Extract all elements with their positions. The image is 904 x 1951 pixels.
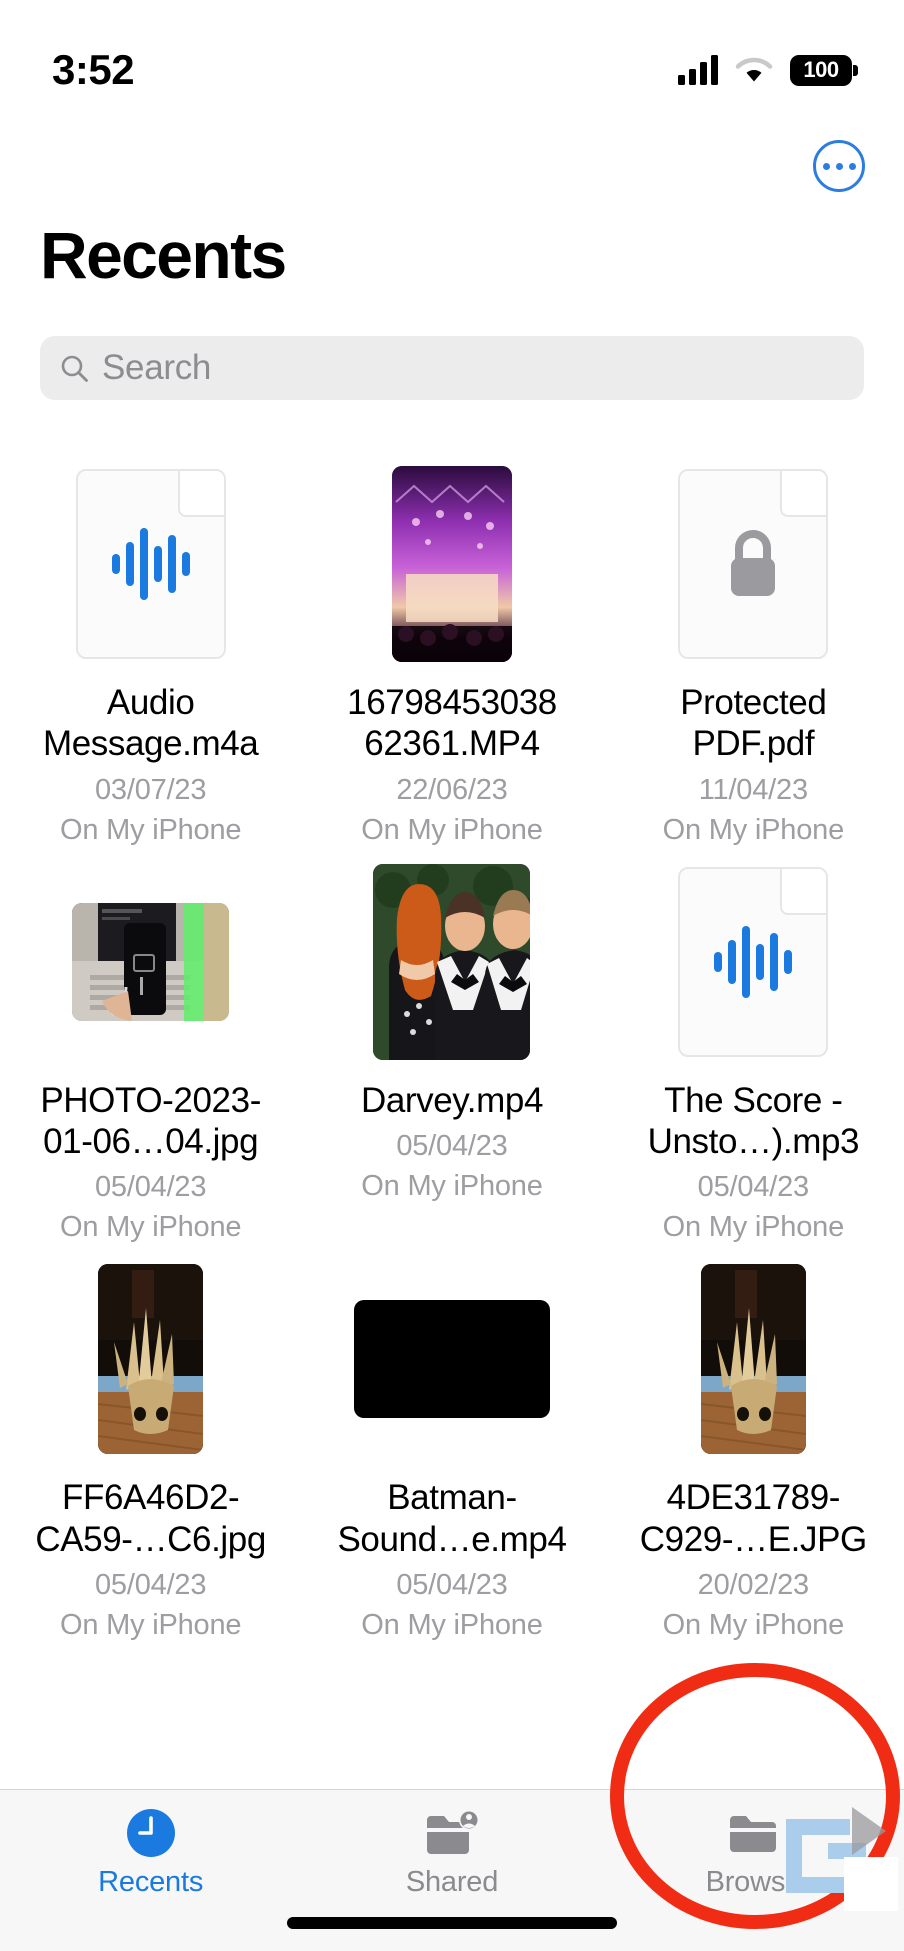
file-item[interactable]: The Score - Unsto…).mp3 05/04/23 On My i… — [603, 850, 904, 1248]
file-item[interactable]: 4DE31789-C929-…E.JPG 20/02/23 On My iPho… — [603, 1247, 904, 1645]
file-date: 03/07/23 — [95, 773, 207, 806]
file-location: On My iPhone — [662, 813, 845, 846]
tab-browse[interactable]: Browse — [603, 1808, 904, 1899]
people-in-formalwear-video-thumbnail — [373, 863, 531, 1060]
file-thumbnail — [36, 862, 266, 1062]
home-indicator — [287, 1917, 617, 1929]
concert-stage-video-thumbnail — [391, 466, 512, 662]
file-name: The Score - Unsto…).mp3 — [647, 1080, 860, 1161]
tab-recents[interactable]: Recents — [0, 1808, 301, 1899]
status-indicators: 100 — [678, 54, 858, 86]
file-date: 22/06/23 — [396, 773, 508, 806]
iphone-screen: 3:52 100 Recents Search Audio Message.m4… — [0, 0, 904, 1951]
file-name: 16798453038 62361.MP4 — [347, 683, 557, 764]
file-date: 05/04/23 — [95, 1171, 207, 1204]
file-date: 05/04/23 — [396, 1129, 508, 1162]
file-thumbnail — [337, 1259, 567, 1459]
battery-percent-label: 100 — [803, 57, 839, 82]
file-grid: Audio Message.m4a 03/07/23 On My iPhone — [0, 452, 904, 1645]
file-name: Audio Message.m4a — [42, 683, 259, 764]
nav-bar — [0, 112, 904, 202]
file-name: PHOTO-2023-01-06…04.jpg — [40, 1080, 261, 1161]
lock-protected-document-icon — [678, 469, 829, 659]
file-thumbnail — [638, 1259, 868, 1459]
file-item[interactable]: 16798453038 62361.MP4 22/06/23 On My iPh… — [301, 452, 602, 850]
file-name: 4DE31789-C929-…E.JPG — [639, 1478, 867, 1559]
potted-plant-photo-thumbnail — [700, 1264, 806, 1455]
file-date: 05/04/23 — [95, 1568, 207, 1601]
file-location: On My iPhone — [59, 1211, 242, 1244]
tab-bar: Recents Shared Browse — [0, 1789, 904, 1951]
file-date: 11/04/23 — [698, 773, 808, 806]
status-time: 3:52 — [52, 46, 135, 93]
file-location: On My iPhone — [361, 813, 543, 846]
file-thumbnail — [36, 464, 266, 664]
audio-waveform-document-icon — [678, 866, 829, 1057]
cellular-signal-icon — [678, 55, 718, 85]
wifi-icon — [735, 56, 773, 84]
file-name: Batman-Sound…e.mp4 — [337, 1478, 567, 1559]
file-thumbnail — [337, 464, 567, 664]
file-item[interactable]: Batman-Sound…e.mp4 05/04/23 On My iPhone — [301, 1247, 602, 1645]
black-video-thumbnail — [353, 1300, 550, 1419]
file-name: FF6A46D2-CA59-…C6.jpg — [35, 1478, 266, 1559]
clock-icon — [122, 1808, 180, 1858]
file-thumbnail — [638, 464, 868, 664]
file-location: On My iPhone — [662, 1608, 845, 1641]
phone-on-laptop-photo-thumbnail — [72, 902, 230, 1021]
battery-icon: 100 — [790, 54, 858, 86]
page-title: Recents — [40, 218, 287, 292]
status-bar: 3:52 100 — [0, 0, 904, 112]
search-bar[interactable]: Search — [40, 336, 864, 400]
file-location: On My iPhone — [662, 1211, 845, 1244]
file-item[interactable]: FF6A46D2-CA59-…C6.jpg 05/04/23 On My iPh… — [0, 1247, 301, 1645]
search-placeholder: Search — [102, 348, 212, 387]
search-icon — [60, 354, 89, 383]
potted-plant-photo-thumbnail — [98, 1264, 204, 1455]
file-name: Darvey.mp4 — [360, 1080, 544, 1120]
ellipsis-circle-icon[interactable] — [813, 140, 865, 192]
file-location: On My iPhone — [59, 1608, 242, 1641]
file-date: 05/04/23 — [396, 1568, 508, 1601]
tab-shared[interactable]: Shared — [301, 1808, 602, 1899]
search-input[interactable]: Search — [40, 336, 864, 400]
file-item[interactable]: PHOTO-2023-01-06…04.jpg 05/04/23 On My i… — [0, 850, 301, 1248]
folder-person-icon — [423, 1808, 481, 1858]
tab-label: Shared — [405, 1866, 499, 1898]
tab-label: Recents — [98, 1866, 204, 1898]
file-thumbnail — [638, 862, 868, 1062]
file-location: On My iPhone — [361, 1169, 543, 1202]
file-date: 20/02/23 — [697, 1568, 809, 1601]
audio-waveform-document-icon — [75, 469, 226, 659]
file-item[interactable]: Audio Message.m4a 03/07/23 On My iPhone — [0, 452, 301, 850]
file-location: On My iPhone — [59, 813, 242, 846]
lock-icon — [723, 526, 783, 602]
file-thumbnail — [337, 862, 567, 1062]
folder-icon — [724, 1808, 782, 1858]
file-date: 05/04/23 — [697, 1171, 809, 1204]
file-thumbnail — [36, 1259, 266, 1459]
file-name: Protected PDF.pdf — [680, 683, 827, 764]
file-location: On My iPhone — [361, 1608, 543, 1641]
file-item[interactable]: Darvey.mp4 05/04/23 On My iPhone — [301, 850, 602, 1248]
file-item[interactable]: Protected PDF.pdf 11/04/23 On My iPhone — [603, 452, 904, 850]
tab-label: Browse — [705, 1866, 802, 1898]
